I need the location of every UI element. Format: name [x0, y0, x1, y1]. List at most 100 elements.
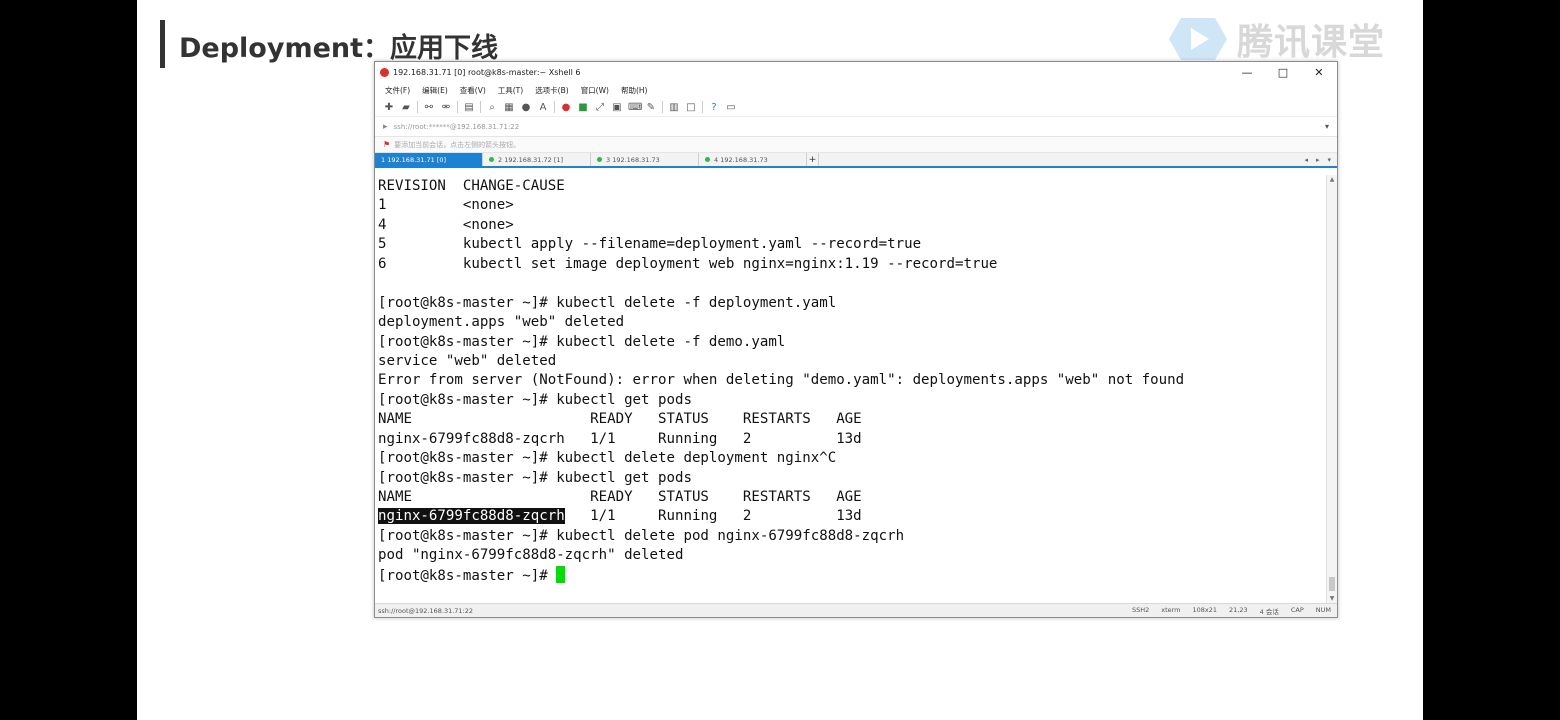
tab-session-2[interactable]: 2 192.168.31.72 [1]: [483, 153, 591, 166]
menu-view[interactable]: 查看(V): [460, 85, 486, 96]
tab-label: 4 192.168.31.73: [714, 155, 768, 164]
terminal-line: [root@k8s-master ~]# kubectl delete -f d…: [378, 333, 786, 350]
minimize-button[interactable]: —: [1229, 66, 1265, 79]
tencent-classroom-logo-icon: [1169, 18, 1227, 60]
status-cursor-pos: 21,23: [1229, 605, 1248, 614]
address-dropdown-icon[interactable]: ▾: [1325, 122, 1329, 131]
layout-icon[interactable]: ▦: [503, 102, 515, 113]
status-caps: CAP: [1290, 605, 1304, 614]
connected-dot-icon: [597, 157, 602, 162]
address-input[interactable]: ssh://root:******@192.168.31.71:22: [394, 123, 520, 131]
open-folder-icon[interactable]: ▰: [400, 102, 412, 113]
terminal-line: 1 <none>: [378, 197, 514, 214]
connected-dot-icon: [705, 157, 710, 162]
status-connection: ssh://root@192.168.31.71:22: [378, 606, 474, 615]
address-bar[interactable]: ▸ ssh://root:******@192.168.31.71:22 ▾: [375, 117, 1337, 137]
compose-icon[interactable]: ▥: [668, 102, 680, 113]
xshell-window[interactable]: 192.168.31.71 [0] root@k8s-master:~ Xshe…: [374, 61, 1338, 618]
tab-session-1[interactable]: 1 192.168.31.71 [0]: [375, 153, 483, 166]
tab-session-4[interactable]: 4 192.168.31.73: [699, 153, 807, 166]
title-accent-bar: [160, 20, 165, 68]
status-term-type: xterm: [1161, 605, 1181, 614]
window-titlebar[interactable]: 192.168.31.71 [0] root@k8s-master:~ Xshe…: [375, 62, 1337, 82]
selected-pod-name[interactable]: nginx-6799fc88d8-zqcrh: [378, 508, 565, 525]
status-size: 108x21: [1192, 605, 1218, 614]
terminal-line: NAME READY STATUS RESTARTS AGE: [378, 411, 862, 428]
menu-window[interactable]: 窗口(W): [581, 85, 609, 96]
highlight-icon[interactable]: ✎: [645, 102, 657, 113]
menu-edit[interactable]: 编辑(E): [422, 85, 448, 96]
tab-next-icon[interactable]: ▸: [1316, 156, 1320, 164]
status-sessions: 4 会话: [1259, 607, 1279, 616]
selected-pod-rest: 1/1 Running 2 13d: [564, 508, 862, 525]
toolbar-divider: [702, 101, 703, 113]
tab-label: 3 192.168.31.73: [606, 155, 660, 164]
terminal-line: [root@k8s-master ~]# kubectl get pods: [378, 469, 692, 486]
terminal-line: [root@k8s-master ~]# kubectl delete depl…: [378, 450, 837, 467]
window-title: 192.168.31.71 [0] root@k8s-master:~ Xshe…: [393, 67, 581, 77]
lock-icon[interactable]: ▣: [611, 102, 623, 113]
add-tab-button[interactable]: +: [807, 153, 819, 166]
terminal-line: nginx-6799fc88d8-zqcrh 1/1 Running 2 13d: [378, 430, 862, 447]
tab-list-icon[interactable]: ▾: [1327, 156, 1331, 164]
toolbar: ✚ ▰ ⚯ ⚮ ▤ ⌕ ▦ ● A ● ■ ⤢ ▣ ⌨ ✎ ▥ □ ? ▭: [375, 98, 1337, 117]
address-icon: ▸: [383, 121, 388, 132]
toolbar-divider: [480, 101, 481, 113]
slide-title: Deployment：应用下线: [179, 33, 499, 64]
menu-tab[interactable]: 选项卡(B): [535, 85, 569, 96]
fullscreen-icon[interactable]: ⤢: [594, 102, 606, 113]
terminal-line: [root@k8s-master ~]# kubectl delete -f d…: [378, 294, 837, 311]
tab-label: 1 192.168.31.71 [0]: [381, 155, 447, 164]
toolbar-divider: [417, 101, 418, 113]
tile-icon[interactable]: □: [685, 102, 697, 113]
tab-nav: ◂ ▸ ▾: [1304, 153, 1337, 166]
terminal-line: Error from server (NotFound): error when…: [378, 372, 1185, 389]
status-protocol: SSH2: [1131, 605, 1150, 614]
terminal-cursor: [556, 565, 566, 583]
terminal-output[interactable]: REVISION CHANGE-CAUSE 1 <none> 4 <none> …: [375, 175, 1327, 603]
connect-icon[interactable]: ⚯: [423, 102, 435, 113]
terminal-scrollbar[interactable]: ▲ ▼: [1326, 175, 1337, 603]
terminal-line: [root@k8s-master ~]# kubectl get pods: [378, 391, 692, 408]
terminal-line: NAME READY STATUS RESTARTS AGE: [378, 489, 862, 505]
disconnect-icon[interactable]: ⚮: [440, 102, 452, 113]
new-session-icon[interactable]: ✚: [383, 102, 395, 113]
globe-icon[interactable]: ●: [520, 102, 532, 113]
menu-help[interactable]: 帮助(H): [621, 85, 648, 96]
status-num: NUM: [1315, 605, 1331, 614]
menu-file[interactable]: 文件(F): [385, 85, 410, 96]
font-icon[interactable]: A: [537, 102, 549, 113]
tab-session-3[interactable]: 3 192.168.31.73: [591, 153, 699, 166]
terminal-line: [root@k8s-master ~]# kubectl delete pod …: [378, 527, 905, 544]
statusbar: ssh://root@192.168.31.71:22 SSH2 xterm 1…: [375, 603, 1337, 617]
keyboard-icon[interactable]: ⌨: [628, 102, 642, 113]
terminal-line: 4 <none>: [378, 216, 514, 233]
session-hint-text: 要添加当前会话，点击左侧的箭头按钮。: [394, 140, 521, 149]
scroll-up-icon[interactable]: ▲: [1327, 176, 1337, 183]
chat-icon[interactable]: ▭: [725, 102, 737, 113]
scroll-thumb[interactable]: [1329, 577, 1335, 591]
terminal-line: REVISION CHANGE-CAUSE: [378, 178, 565, 194]
terminal-line: 5 kubectl apply --filename=deployment.ya…: [378, 236, 922, 253]
xftp-icon[interactable]: ●: [560, 102, 572, 113]
slide: Deployment：应用下线 腾讯课堂 192.168.31.71 [0] r…: [137, 0, 1423, 720]
menu-tools[interactable]: 工具(T): [498, 85, 523, 96]
terminal-prompt: [root@k8s-master ~]#: [378, 567, 557, 584]
menubar: 文件(F) 编辑(E) 查看(V) 工具(T) 选项卡(B) 窗口(W) 帮助(…: [375, 82, 1337, 98]
script-icon[interactable]: ■: [577, 102, 589, 113]
find-icon[interactable]: ⌕: [486, 102, 498, 113]
window-controls: — □ ✕: [1229, 66, 1337, 79]
close-button[interactable]: ✕: [1301, 66, 1337, 79]
maximize-button[interactable]: □: [1265, 66, 1301, 79]
terminal-prompt-line[interactable]: [root@k8s-master ~]#: [378, 565, 1327, 585]
tab-prev-icon[interactable]: ◂: [1304, 156, 1308, 164]
terminal-line: pod "nginx-6799fc88d8-zqcrh" deleted: [378, 547, 684, 564]
help-icon[interactable]: ?: [708, 102, 720, 113]
bookmark-icon[interactable]: ⚑: [383, 140, 390, 149]
scroll-down-icon[interactable]: ▼: [1327, 595, 1337, 602]
properties-icon[interactable]: ▤: [463, 102, 475, 113]
toolbar-divider: [662, 101, 663, 113]
toolbar-divider: [457, 101, 458, 113]
tab-label: 2 192.168.31.72 [1]: [498, 155, 564, 164]
